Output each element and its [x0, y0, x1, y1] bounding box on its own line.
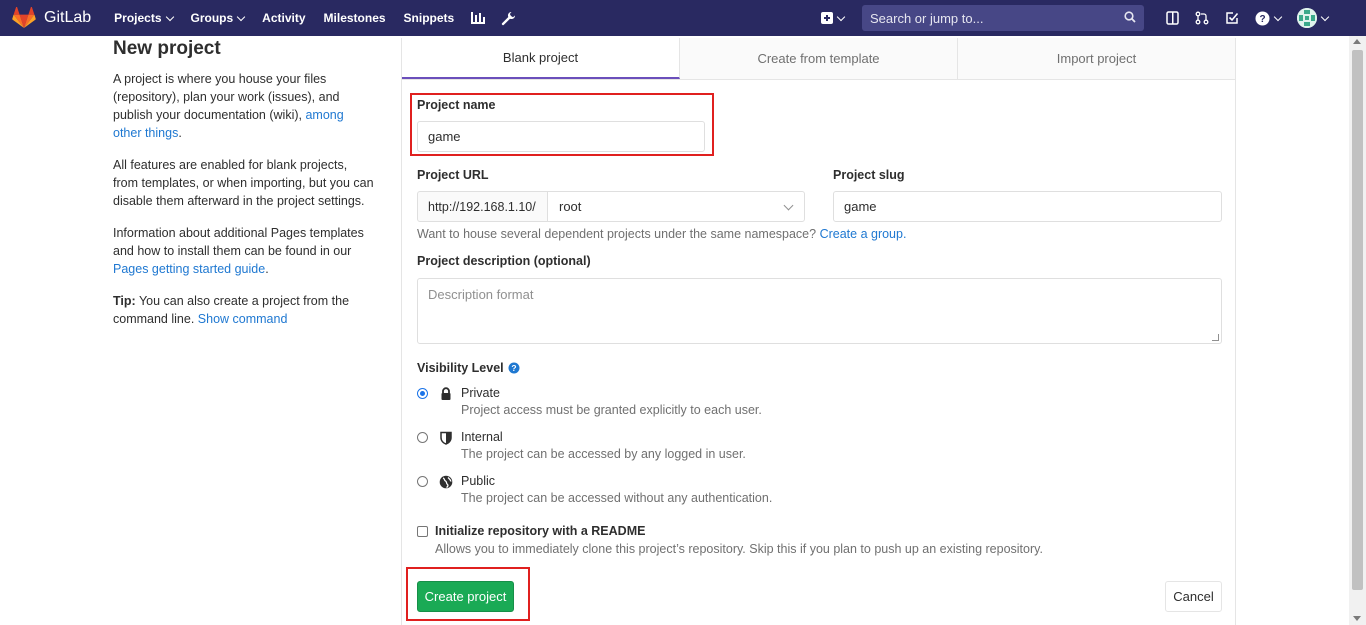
tip-text: Tip: You can also create a project from … [113, 292, 375, 328]
scroll-down-icon[interactable] [1353, 616, 1361, 621]
namespace-value: root [559, 199, 582, 214]
nav-milestones-label: Milestones [323, 11, 386, 25]
nav-links: Projects Groups Activity Milestones Snip… [105, 0, 524, 36]
sidebar-icon[interactable] [1158, 0, 1187, 36]
shield-icon [440, 431, 452, 445]
tab-create-from-template[interactable]: Create from template [680, 38, 958, 79]
nav-snippets-label: Snippets [403, 11, 455, 25]
create-project-button[interactable]: Create project [417, 581, 514, 612]
visibility-public-desc: The project can be accessed without any … [461, 491, 773, 505]
intro-text: A project is where you house your files … [113, 70, 375, 142]
nav-groups-label: Groups [190, 11, 234, 25]
top-navbar: GitLab Projects Groups Activity Mileston… [0, 0, 1366, 36]
svg-text:?: ? [1259, 14, 1265, 25]
nav-milestones[interactable]: Milestones [315, 0, 395, 36]
description-textarea[interactable]: Description format [417, 278, 1222, 344]
scroll-thumb[interactable] [1352, 50, 1363, 590]
chevron-down-icon [783, 200, 794, 211]
nav-projects-label: Projects [114, 11, 162, 25]
todo-icon[interactable] [1217, 0, 1247, 36]
new-project-form: Blank project Create from template Impor… [401, 38, 1236, 625]
url-prefix: http://192.168.1.10/ [417, 191, 548, 222]
nav-projects[interactable]: Projects [105, 0, 181, 36]
visibility-label: Visibility Level ? [417, 361, 520, 375]
scrollbar[interactable] [1349, 36, 1366, 625]
question-circle-icon[interactable]: ? [508, 362, 520, 374]
search-placeholder: Search or jump to... [870, 10, 984, 26]
merge-request-icon[interactable] [1187, 0, 1217, 36]
chevron-down-icon [836, 12, 846, 21]
readme-checkbox[interactable] [417, 526, 428, 537]
visibility-private-radio[interactable] [417, 388, 428, 399]
features-text: All features are enabled for blank proje… [113, 158, 374, 208]
svg-text:?: ? [511, 363, 516, 373]
nav-groups[interactable]: Groups [182, 0, 254, 36]
tab-blank-project[interactable]: Blank project [402, 38, 680, 79]
help-icon[interactable]: ? [1247, 0, 1289, 36]
plus-box [821, 12, 833, 24]
nav-snippets[interactable]: Snippets [395, 0, 464, 36]
project-name-input[interactable]: game [417, 121, 705, 152]
namespace-select[interactable]: root [547, 191, 805, 222]
pages-text-body: Information about additional Pages templ… [113, 226, 364, 258]
visibility-internal-title: Internal [461, 430, 503, 444]
chevron-down-icon [165, 12, 174, 21]
search-input[interactable]: Search or jump to... [862, 5, 1144, 31]
search-icon [1124, 11, 1136, 23]
project-name-label: Project name [417, 98, 496, 112]
nav-activity[interactable]: Activity [253, 0, 314, 36]
description-placeholder: Description format [428, 287, 534, 302]
pages-text: Information about additional Pages templ… [113, 224, 375, 278]
pages-guide-link[interactable]: Pages getting started guide [113, 262, 265, 276]
page-title: New project [113, 38, 221, 59]
project-tabs: Blank project Create from template Impor… [402, 38, 1235, 80]
project-slug-label: Project slug [833, 168, 905, 182]
gitlab-logo-icon [12, 7, 36, 28]
tab-import-project[interactable]: Import project [958, 38, 1235, 79]
nav-right: Search or jump to... ? [813, 0, 1336, 36]
visibility-public-radio[interactable] [417, 476, 428, 487]
show-command-link[interactable]: Show command [198, 312, 288, 326]
visibility-internal-desc: The project can be accessed by any logge… [461, 447, 746, 461]
chevron-down-icon [1273, 12, 1283, 21]
project-slug-input[interactable]: game [833, 191, 1222, 222]
wrench-icon[interactable] [493, 0, 524, 36]
pages-text-end: . [265, 262, 269, 276]
readme-label[interactable]: Initialize repository with a README [435, 524, 645, 538]
globe-icon [439, 475, 453, 489]
chevron-down-icon [1320, 12, 1330, 21]
user-menu[interactable] [1289, 0, 1336, 36]
tip-label: Tip: [113, 294, 136, 308]
namespace-help: Want to house several dependent projects… [417, 227, 906, 241]
resize-handle[interactable] [1212, 334, 1219, 341]
namespace-help-text: Want to house several dependent projects… [417, 227, 817, 241]
plus-square-icon[interactable] [813, 0, 852, 36]
readme-desc: Allows you to immediately clone this pro… [435, 542, 1043, 556]
project-url-label: Project URL [417, 168, 489, 182]
visibility-label-text: Visibility Level [417, 361, 504, 375]
create-group-link[interactable]: Create a group. [820, 227, 907, 241]
cancel-button[interactable]: Cancel [1165, 581, 1222, 612]
visibility-private-title: Private [461, 386, 500, 400]
visibility-public-title: Public [461, 474, 496, 488]
brand-name: GitLab [44, 9, 92, 26]
visibility-internal-radio[interactable] [417, 432, 428, 443]
intro-text-end: . [178, 126, 182, 140]
chevron-down-icon [236, 12, 246, 21]
nav-activity-label: Activity [262, 11, 306, 25]
chart-icon[interactable] [463, 0, 493, 36]
lock-icon [441, 387, 451, 400]
brand[interactable]: GitLab [12, 0, 91, 36]
avatar [1297, 8, 1317, 28]
description-label: Project description (optional) [417, 254, 591, 268]
left-column: New project A project is where you house… [113, 38, 375, 342]
visibility-private-desc: Project access must be granted explicitl… [461, 403, 762, 417]
scroll-up-icon[interactable] [1353, 39, 1361, 44]
